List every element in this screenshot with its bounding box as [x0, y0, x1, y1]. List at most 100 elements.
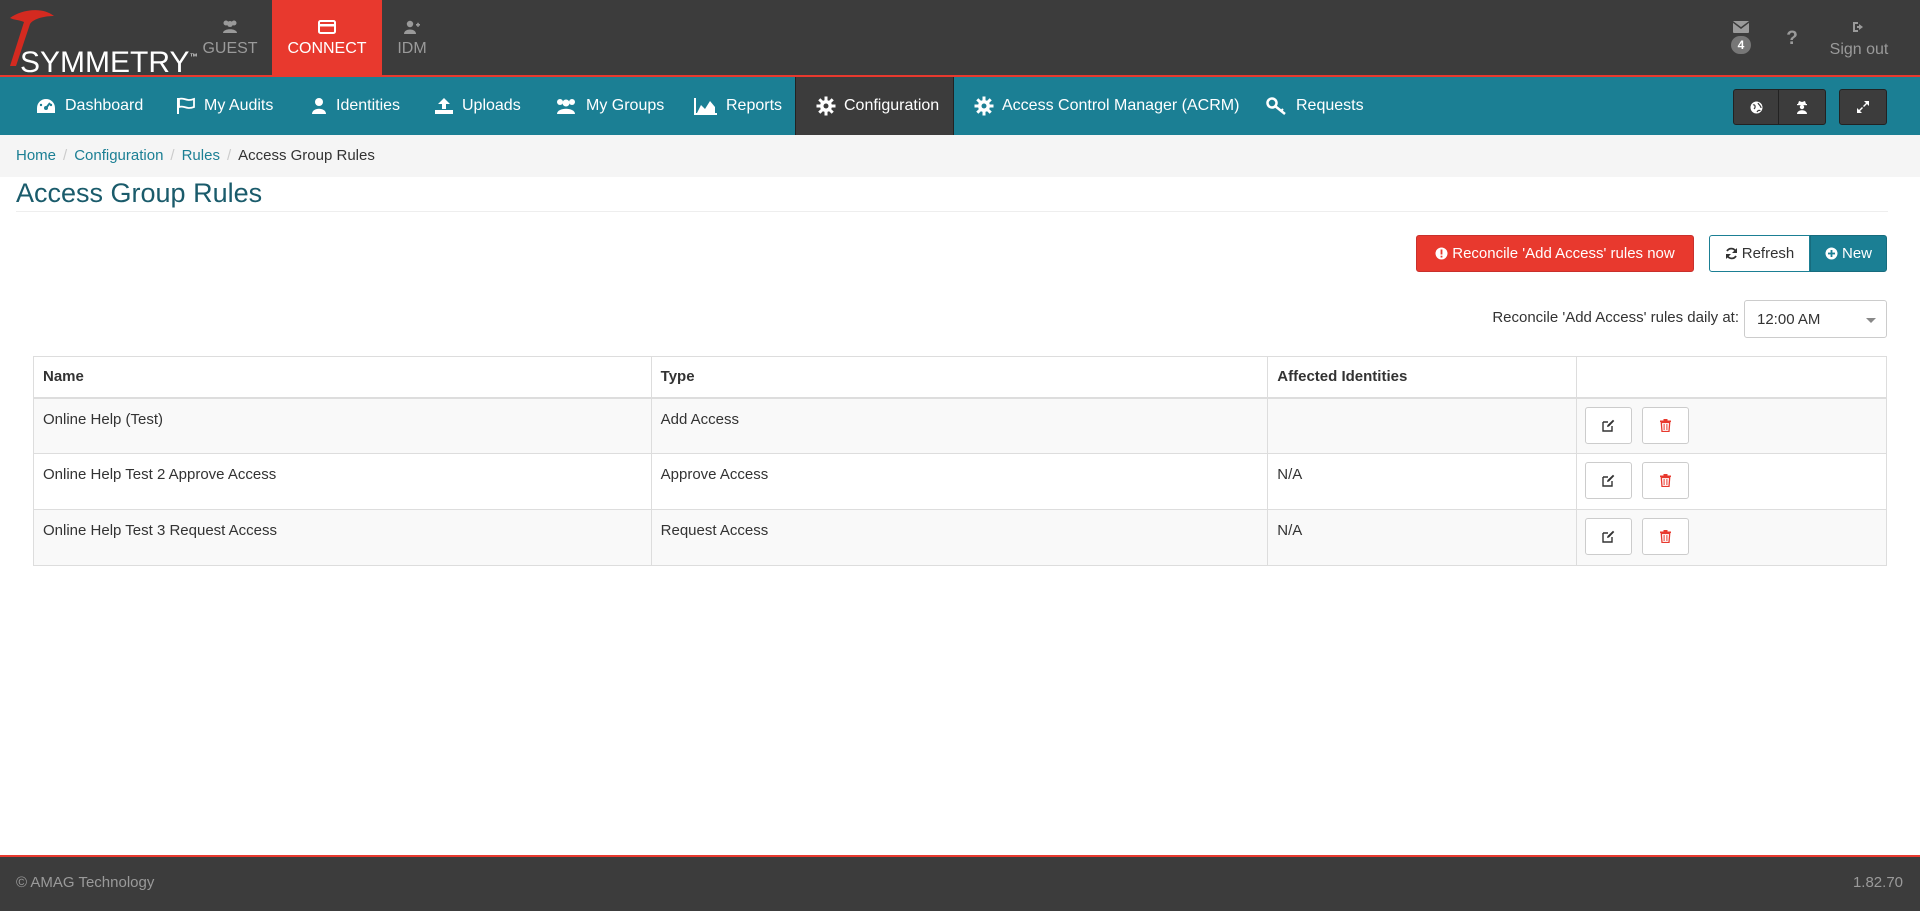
- app-tab-guest[interactable]: GUEST: [175, 0, 285, 77]
- edit-icon: [1602, 474, 1615, 487]
- logo-text: SYMMETRY™: [20, 46, 198, 79]
- footer-copyright: © AMAG Technology: [16, 874, 155, 891]
- help-button[interactable]: ?: [1778, 0, 1806, 77]
- table-row: Online Help Test 2 Approve Access Approv…: [33, 453, 1887, 510]
- breadcrumb-separator: /: [170, 147, 175, 164]
- table-row: Online Help (Test) Add Access: [33, 397, 1887, 454]
- delete-button[interactable]: [1642, 406, 1690, 444]
- new-rule-button[interactable]: New: [1810, 235, 1887, 272]
- reconcile-daily-label: Reconcile 'Add Access' rules daily at:: [1492, 309, 1739, 326]
- breadcrumb-home[interactable]: Home: [16, 147, 56, 164]
- cell-actions: [1576, 453, 1887, 510]
- nav-item-uploads[interactable]: Uploads: [434, 77, 521, 135]
- breadcrumb-configuration[interactable]: Configuration: [74, 147, 163, 164]
- new-rule-label: New: [1841, 245, 1872, 262]
- breadcrumb-separator: /: [226, 147, 232, 164]
- symmetry-logo[interactable]: SYMMETRY™: [6, 6, 197, 79]
- delete-button[interactable]: [1642, 462, 1690, 499]
- area-chart-icon: [694, 98, 717, 115]
- column-header-actions: [1576, 356, 1887, 399]
- nav-item-label: My Groups: [586, 97, 665, 114]
- nav-item-label: Reports: [726, 97, 783, 114]
- nav-item-label: Dashboard: [65, 97, 144, 114]
- cell-affected: N/A: [1267, 453, 1578, 510]
- main-nav: Dashboard My Audits Identities Uploads M…: [0, 77, 1920, 135]
- column-header-affected-identities[interactable]: Affected Identities: [1267, 356, 1578, 399]
- question-icon: ?: [1786, 28, 1798, 49]
- key-icon: [1266, 97, 1286, 115]
- rules-table: Name Type Affected Identities Online Hel…: [33, 356, 1887, 566]
- cell-type: Approve Access: [650, 453, 1269, 510]
- card-icon: [318, 20, 336, 34]
- trash-icon: [1660, 418, 1672, 432]
- reconcile-now-button[interactable]: Reconcile 'Add Access' rules now: [1416, 235, 1694, 272]
- edit-icon: [1602, 530, 1615, 543]
- sign-out-button[interactable]: Sign out: [1826, 0, 1892, 77]
- cell-actions: [1576, 397, 1887, 454]
- breadcrumb: Home / Configuration / Rules / Access Group Ru…: [0, 135, 1920, 177]
- messages-badge: 4: [1730, 36, 1752, 54]
- nav-item-identities[interactable]: Identities: [310, 77, 400, 135]
- refresh-button[interactable]: Refresh: [1709, 235, 1810, 272]
- cell-affected: [1267, 397, 1578, 454]
- dashboard-icon: [37, 99, 55, 113]
- users-icon: [223, 20, 237, 33]
- page-title: Access Group Rules: [16, 178, 263, 208]
- nav-item-dashboard[interactable]: Dashboard: [35, 77, 143, 135]
- refresh-label: Refresh: [1741, 245, 1795, 262]
- table-header-row: Name Type Affected Identities: [33, 356, 1887, 399]
- plus-circle-icon: [1825, 247, 1838, 260]
- trash-icon: [1660, 474, 1672, 487]
- flag-icon: [177, 97, 195, 114]
- cell-type: Add Access: [650, 397, 1269, 454]
- language-button[interactable]: [1733, 89, 1779, 125]
- nav-item-my-audits[interactable]: My Audits: [176, 77, 273, 135]
- cell-name: Online Help Test 3 Request Access: [33, 509, 652, 566]
- nav-item-label: Configuration: [844, 97, 940, 114]
- edit-button[interactable]: [1585, 462, 1633, 499]
- group-icon: [557, 99, 575, 114]
- trash-icon: [1660, 530, 1672, 543]
- cell-name: Online Help (Test): [33, 397, 652, 454]
- column-header-name[interactable]: Name: [33, 356, 652, 399]
- reconcile-time-select[interactable]: 12:00 AM: [1744, 300, 1887, 338]
- footer-version: 1.82.70: [1852, 874, 1903, 891]
- edit-button[interactable]: [1585, 518, 1633, 555]
- nav-item-my-groups[interactable]: My Groups: [554, 77, 664, 135]
- nav-item-acrm[interactable]: Access Control Manager (ACRM): [974, 77, 1239, 135]
- app-tab-label: IDM: [397, 40, 427, 57]
- delete-button[interactable]: [1642, 518, 1690, 555]
- gear-icon: [974, 96, 994, 116]
- nav-item-label: Access Control Manager (ACRM): [1002, 97, 1240, 114]
- user-profile-button[interactable]: [1778, 89, 1826, 125]
- app-tab-idm[interactable]: IDM: [357, 0, 467, 77]
- edit-icon: [1602, 419, 1615, 432]
- nav-item-label: Uploads: [462, 97, 521, 114]
- app-tab-label: GUEST: [202, 40, 258, 57]
- column-header-type[interactable]: Type: [650, 356, 1269, 399]
- cell-name: Online Help Test 2 Approve Access: [33, 453, 652, 510]
- nav-item-requests[interactable]: Requests: [1266, 77, 1364, 135]
- exclamation-circle-icon: [1435, 247, 1448, 260]
- edit-button[interactable]: [1585, 406, 1633, 444]
- upload-icon: [435, 98, 453, 114]
- nav-item-label: Requests: [1296, 97, 1364, 114]
- cell-type: Request Access: [650, 509, 1269, 566]
- user-secret-icon: [1797, 101, 1807, 114]
- messages-button[interactable]: 4: [1722, 0, 1760, 77]
- breadcrumb-rules[interactable]: Rules: [182, 147, 220, 164]
- sign-out-label: Sign out: [1829, 41, 1889, 58]
- user-plus-icon: [404, 20, 420, 34]
- nav-item-reports[interactable]: Reports: [694, 77, 782, 135]
- user-icon: [312, 98, 326, 114]
- table-row: Online Help Test 3 Request Access Reques…: [33, 509, 1887, 566]
- gear-icon: [816, 96, 836, 116]
- globe-icon: [1750, 101, 1762, 113]
- fullscreen-button[interactable]: [1839, 89, 1887, 125]
- nav-item-configuration[interactable]: Configuration: [795, 77, 954, 135]
- cell-actions: [1576, 509, 1887, 566]
- expand-icon: [1857, 101, 1869, 113]
- reconcile-now-label: Reconcile 'Add Access' rules now: [1452, 245, 1675, 262]
- envelope-icon: [1733, 21, 1749, 33]
- refresh-icon: [1725, 247, 1737, 260]
